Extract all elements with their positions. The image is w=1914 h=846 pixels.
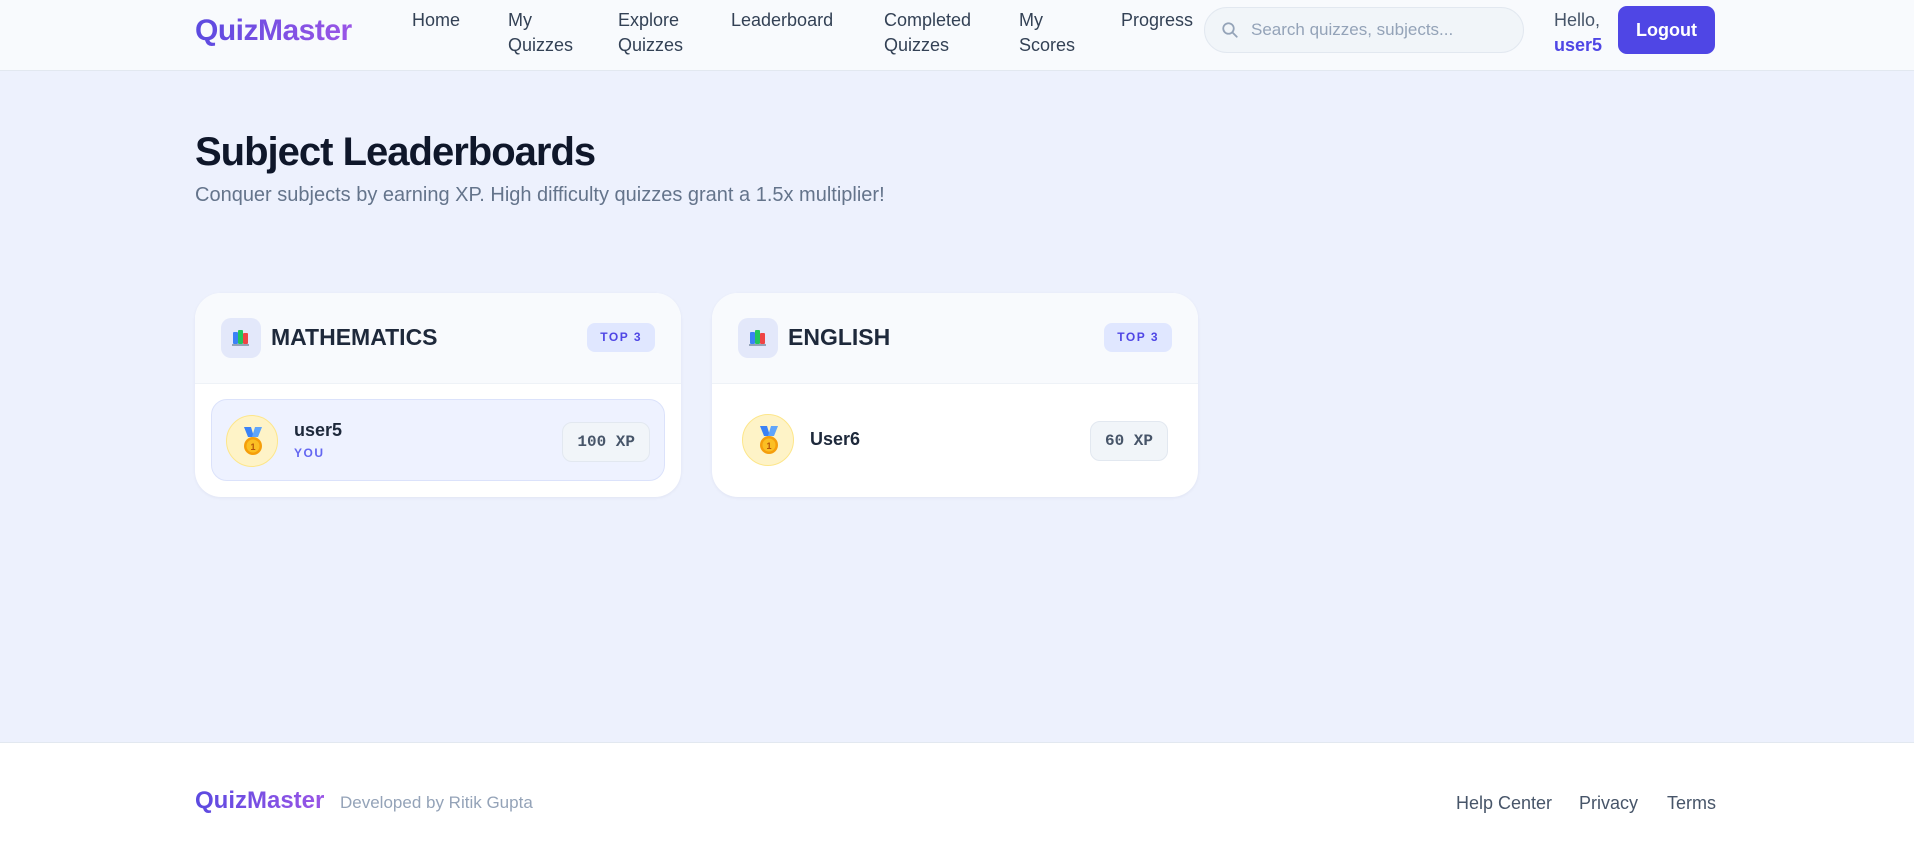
nav-my-quizzes[interactable]: My Quizzes	[508, 8, 573, 58]
greeting-text: Hello,	[1554, 10, 1601, 30]
search-icon	[1222, 22, 1238, 38]
nav-completed-label-line2: Quizzes	[884, 35, 950, 55]
nav-leaderboard[interactable]: Leaderboard	[731, 8, 833, 33]
leaderboard-card-mathematics: MATHEMATICS TOP 3 1 user5 YOU 100 XP	[195, 293, 681, 497]
xp-badge: 60 XP	[1089, 421, 1168, 461]
nav-scores-label-line1: My	[1019, 10, 1043, 30]
top-badge: TOP 3	[1104, 323, 1172, 352]
nav-home-label: Home	[412, 10, 461, 30]
page-subtitle: Conquer subjects by earning XP. High dif…	[195, 184, 885, 206]
nav-completed-quizzes[interactable]: Completed Quizzes	[884, 8, 971, 58]
xp-badge: 100 XP	[562, 422, 650, 462]
subject-title: MATHEMATICS	[271, 324, 438, 350]
brand-logo[interactable]: QuizMaster	[195, 14, 352, 48]
footer-link-terms[interactable]: Terms	[1667, 793, 1716, 814]
footer-credit: Developed by Ritik Gupta	[340, 793, 533, 812]
top-badge: TOP 3	[587, 323, 655, 352]
nav-explore-label-line2: Quizzes	[618, 35, 684, 55]
footer-link-privacy[interactable]: Privacy	[1579, 793, 1638, 814]
nav-my-quizzes-label-line1: My	[508, 10, 532, 30]
nav-explore-label-line1: Explore	[618, 10, 680, 30]
nav-progress[interactable]: Progress	[1121, 8, 1193, 33]
leaderboard-row[interactable]: 1 user5 YOU 100 XP	[211, 399, 665, 481]
nav-my-quizzes-label-line2: Quizzes	[508, 35, 574, 55]
nav-scores-label-line2: Scores	[1019, 35, 1076, 55]
svg-text:1: 1	[766, 441, 771, 451]
leaderboard-card-english: ENGLISH TOP 3 1 User6 60 XP	[712, 293, 1198, 497]
logout-button[interactable]: Logout	[1618, 6, 1715, 54]
nav-progress-label: Progress	[1121, 10, 1194, 30]
card-header: ENGLISH TOP 3	[712, 293, 1198, 384]
nav-leaderboard-label: Leaderboard	[731, 10, 834, 30]
you-tag: YOU	[294, 446, 325, 460]
gold-medal-icon: 1	[226, 415, 278, 467]
subject-title: ENGLISH	[788, 324, 891, 350]
gold-medal-icon: 1	[742, 414, 794, 466]
player-name: user5	[294, 420, 343, 440]
footer-logo[interactable]: QuizMaster	[195, 787, 324, 815]
footer-link-help-center[interactable]: Help Center	[1456, 793, 1552, 814]
svg-text:1: 1	[250, 442, 255, 452]
user-greeting: Hello, user5	[1554, 8, 1602, 58]
player-name: User6	[810, 429, 861, 449]
nav-completed-label-line1: Completed	[884, 10, 972, 30]
books-icon	[738, 318, 778, 358]
nav-home[interactable]: Home	[412, 8, 460, 33]
books-icon	[221, 318, 261, 358]
greeting-username: user5	[1554, 35, 1603, 55]
nav-my-scores[interactable]: My Scores	[1019, 8, 1075, 58]
search-input[interactable]	[1251, 8, 1511, 52]
leaderboard-row[interactable]: 1 User6 60 XP	[728, 399, 1182, 481]
nav-explore-quizzes[interactable]: Explore Quizzes	[618, 8, 683, 58]
top-navbar: QuizMaster Home My Quizzes Explore Quizz…	[0, 0, 1914, 71]
card-header: MATHEMATICS TOP 3	[195, 293, 681, 384]
search-box[interactable]	[1204, 7, 1524, 53]
page-title: Subject Leaderboards	[195, 130, 596, 174]
footer: QuizMaster Developed by Ritik Gupta Help…	[0, 742, 1914, 846]
